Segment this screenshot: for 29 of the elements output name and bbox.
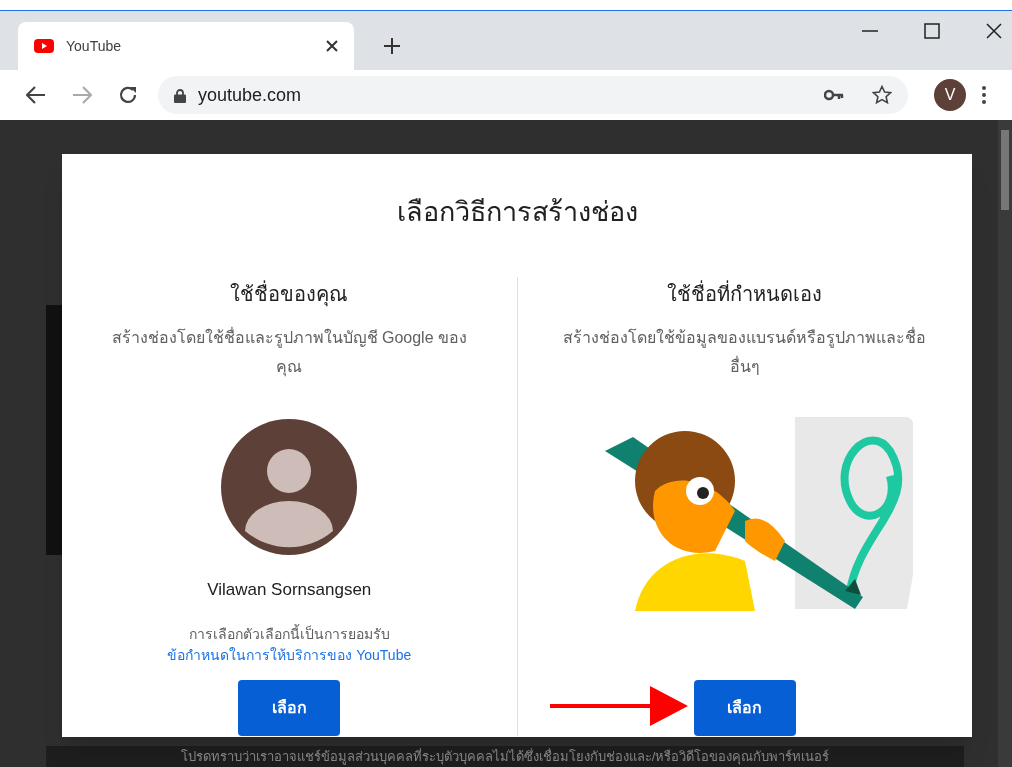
option-heading: ใช้ชื่อของคุณ: [230, 279, 349, 309]
option-description: สร้างช่องโดยใช้ข้อมูลของแบรนด์หรือรูปภาพและชื่ออื่นๆ: [562, 326, 928, 377]
account-name: Vilawan Sornsangsen: [207, 578, 372, 601]
select-button[interactable]: เลือก: [238, 680, 341, 736]
pointer-arrow-icon: [549, 686, 688, 726]
notice-text: โปรดทราบว่าเราอาจแชร์ข้อมูลส่วนบุคคลที่ระบุตัวบุคคลไม่ได้ซึ่งเชื่อมโยงกับช่องและ/หรือวิดีโอของคุณกับพาร์ทเนอร์: [180, 747, 830, 767]
new-tab-icon[interactable]: [384, 38, 400, 54]
select-button[interactable]: เลือก: [693, 680, 796, 736]
video-logo-icon: [34, 39, 54, 53]
close-window-icon[interactable]: [986, 23, 1002, 39]
option-heading: ใช้ชื่อที่กำหนดเอง: [667, 279, 823, 307]
star-icon[interactable]: [872, 85, 892, 105]
avatar-silhouette-icon: [221, 418, 358, 555]
lock-icon: [174, 87, 186, 103]
profile-avatar[interactable]: V: [934, 79, 966, 111]
menu-icon[interactable]: [982, 86, 986, 104]
maximize-icon[interactable]: [924, 23, 940, 39]
close-icon[interactable]: [326, 40, 338, 52]
dialog-title: เลือกวิธีการสร้างช่อง: [396, 196, 638, 229]
url-text: youtube.com: [198, 83, 303, 107]
option-description: สร้างช่องโดยใช้ชื่อและรูปภาพในบัญชี Google ของคุณ: [110, 326, 468, 379]
back-arrow-icon[interactable]: [26, 86, 46, 104]
terms-note: การเลือกตัวเลือกนี้เป็นการยอมรับ: [188, 624, 390, 644]
reload-icon[interactable]: [118, 85, 138, 105]
tab-title: YouTube: [66, 36, 122, 56]
terms-link[interactable]: ข้อกำหนดในการให้บริการของ YouTube: [167, 645, 412, 666]
address-bar[interactable]: youtube.com: [158, 76, 908, 114]
browser-tab[interactable]: YouTube: [18, 22, 354, 70]
key-icon[interactable]: [824, 89, 844, 101]
